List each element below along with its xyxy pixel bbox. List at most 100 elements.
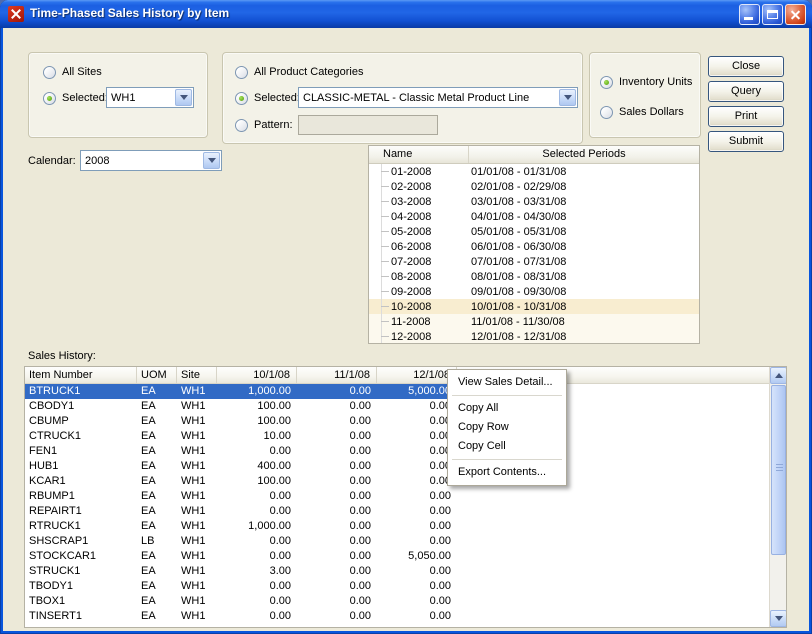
minimize-button[interactable] bbox=[739, 4, 760, 25]
table-row[interactable]: HUB1EAWH1400.000.000.00 bbox=[25, 459, 786, 474]
table-row[interactable]: STOCKCAR1EAWH10.000.005,050.00 bbox=[25, 549, 786, 564]
vertical-scrollbar[interactable] bbox=[769, 367, 786, 627]
periods-name-column-header[interactable]: Name bbox=[369, 146, 469, 163]
period-row[interactable]: 12-200812/01/08 - 12/31/08 bbox=[369, 329, 699, 344]
close-window-button[interactable] bbox=[785, 4, 806, 25]
selected-site-radio[interactable] bbox=[43, 92, 56, 105]
table-row[interactable]: KCAR1EAWH1100.000.000.00 bbox=[25, 474, 786, 489]
table-row[interactable]: TBODY1EAWH10.000.000.00 bbox=[25, 579, 786, 594]
table-cell: WH1 bbox=[177, 384, 217, 399]
scrollbar-thumb[interactable] bbox=[771, 385, 786, 555]
table-cell: EA bbox=[137, 594, 177, 609]
column-header-site[interactable]: Site bbox=[177, 367, 217, 383]
table-cell: 0.00 bbox=[217, 534, 297, 549]
sales-dollars-radio[interactable] bbox=[600, 106, 613, 119]
period-row[interactable]: 03-200803/01/08 - 03/31/08 bbox=[369, 194, 699, 209]
table-cell: 0.00 bbox=[377, 579, 457, 594]
menu-item[interactable]: Export Contents... bbox=[450, 463, 564, 482]
period-row[interactable]: 01-200801/01/08 - 01/31/08 bbox=[369, 164, 699, 179]
print-button[interactable]: Print bbox=[708, 106, 784, 127]
menu-item[interactable]: View Sales Detail... bbox=[450, 373, 564, 392]
table-cell: 0.00 bbox=[217, 594, 297, 609]
table-cell: 0.00 bbox=[297, 429, 377, 444]
pattern-input[interactable] bbox=[298, 115, 438, 135]
table-cell: 0.00 bbox=[377, 459, 457, 474]
query-button[interactable]: Query bbox=[708, 81, 784, 102]
row-filler bbox=[457, 534, 786, 549]
table-cell: 0.00 bbox=[377, 564, 457, 579]
table-row[interactable]: BTRUCK1EAWH11,000.000.005,000.00 bbox=[25, 384, 786, 399]
table-cell: WH1 bbox=[177, 549, 217, 564]
table-row[interactable]: RTRUCK1EAWH11,000.000.000.00 bbox=[25, 519, 786, 534]
site-combobox-button[interactable] bbox=[175, 89, 192, 106]
pattern-radio[interactable] bbox=[235, 119, 248, 132]
column-header-period2[interactable]: 11/1/08 bbox=[297, 367, 377, 383]
table-row[interactable]: TINSERT1EAWH10.000.000.00 bbox=[25, 609, 786, 624]
calendar-combobox[interactable]: 2008 bbox=[80, 150, 222, 171]
table-cell: 100.00 bbox=[217, 474, 297, 489]
table-cell: WH1 bbox=[177, 609, 217, 624]
table-cell: 0.00 bbox=[297, 534, 377, 549]
table-row[interactable]: STRUCK1EAWH13.000.000.00 bbox=[25, 564, 786, 579]
table-row[interactable]: CTRUCK1EAWH110.000.000.00 bbox=[25, 429, 786, 444]
category-combobox-button[interactable] bbox=[559, 89, 576, 106]
table-row[interactable]: REPAIRT1EAWH10.000.000.00 bbox=[25, 504, 786, 519]
period-row[interactable]: 05-200805/01/08 - 05/31/08 bbox=[369, 224, 699, 239]
column-header-uom[interactable]: UOM bbox=[137, 367, 177, 383]
table-cell: 0.00 bbox=[377, 534, 457, 549]
period-name: 01-2008 bbox=[391, 166, 471, 178]
table-cell: TBOX1 bbox=[25, 594, 137, 609]
table-row[interactable]: FEN1EAWH10.000.000.00 bbox=[25, 444, 786, 459]
sales-history-header: Item Number UOM Site 10/1/08 11/1/08 12/… bbox=[25, 367, 786, 384]
period-row[interactable]: 08-200808/01/08 - 08/31/08 bbox=[369, 269, 699, 284]
all-categories-radio[interactable] bbox=[235, 66, 248, 79]
arrow-down-icon bbox=[775, 616, 783, 621]
menu-item[interactable]: Copy Cell bbox=[450, 437, 564, 456]
period-row[interactable]: 10-200810/01/08 - 10/31/08 bbox=[369, 299, 699, 314]
table-cell: WH1 bbox=[177, 519, 217, 534]
period-row[interactable]: 02-200802/01/08 - 02/29/08 bbox=[369, 179, 699, 194]
sites-groupbox: All Sites Selected: WH1 bbox=[28, 52, 208, 138]
periods-selected-column-header[interactable]: Selected Periods bbox=[469, 146, 699, 163]
client-area: All Sites Selected: WH1 All Product Cate… bbox=[3, 28, 809, 631]
column-header-item-number[interactable]: Item Number bbox=[25, 367, 137, 383]
site-combobox[interactable]: WH1 bbox=[106, 87, 194, 108]
calendar-combobox-button[interactable] bbox=[203, 152, 220, 169]
period-range: 12/01/08 - 12/31/08 bbox=[471, 331, 699, 343]
inventory-units-radio[interactable] bbox=[600, 76, 613, 89]
minimize-icon bbox=[744, 17, 753, 20]
table-row[interactable]: TBOX1EAWH10.000.000.00 bbox=[25, 594, 786, 609]
chevron-down-icon bbox=[208, 158, 216, 163]
row-filler bbox=[457, 549, 786, 564]
table-cell: WH1 bbox=[177, 429, 217, 444]
table-row[interactable]: RBUMP1EAWH10.000.000.00 bbox=[25, 489, 786, 504]
selected-category-radio[interactable] bbox=[235, 92, 248, 105]
period-row[interactable]: 09-200809/01/08 - 09/30/08 bbox=[369, 284, 699, 299]
table-cell: 0.00 bbox=[377, 444, 457, 459]
menu-item[interactable]: Copy All bbox=[450, 399, 564, 418]
table-row[interactable]: CBUMPEAWH1100.000.000.00 bbox=[25, 414, 786, 429]
menu-item[interactable]: Copy Row bbox=[450, 418, 564, 437]
maximize-button[interactable] bbox=[762, 4, 783, 25]
table-cell: 10.00 bbox=[217, 429, 297, 444]
period-row[interactable]: 11-200811/01/08 - 11/30/08 bbox=[369, 314, 699, 329]
column-header-period3[interactable]: 12/1/08 bbox=[377, 367, 457, 383]
table-cell: KCAR1 bbox=[25, 474, 137, 489]
table-cell: WH1 bbox=[177, 579, 217, 594]
column-header-period1[interactable]: 10/1/08 bbox=[217, 367, 297, 383]
category-combobox[interactable]: CLASSIC-METAL - Classic Metal Product Li… bbox=[298, 87, 578, 108]
table-cell: 0.00 bbox=[377, 399, 457, 414]
table-row[interactable]: CBODY1EAWH1100.000.000.00 bbox=[25, 399, 786, 414]
scroll-up-button[interactable] bbox=[770, 367, 787, 384]
period-row[interactable]: 04-200804/01/08 - 04/30/08 bbox=[369, 209, 699, 224]
submit-button[interactable]: Submit bbox=[708, 131, 784, 152]
table-row[interactable]: SHSCRAP1LBWH10.000.000.00 bbox=[25, 534, 786, 549]
scroll-down-button[interactable] bbox=[770, 610, 787, 627]
all-sites-radio[interactable] bbox=[43, 66, 56, 79]
close-button[interactable]: Close bbox=[708, 56, 784, 77]
row-filler bbox=[457, 594, 786, 609]
table-cell: WH1 bbox=[177, 444, 217, 459]
period-row[interactable]: 07-200807/01/08 - 07/31/08 bbox=[369, 254, 699, 269]
period-row[interactable]: 06-200806/01/08 - 06/30/08 bbox=[369, 239, 699, 254]
units-groupbox: Inventory Units Sales Dollars bbox=[589, 52, 701, 138]
